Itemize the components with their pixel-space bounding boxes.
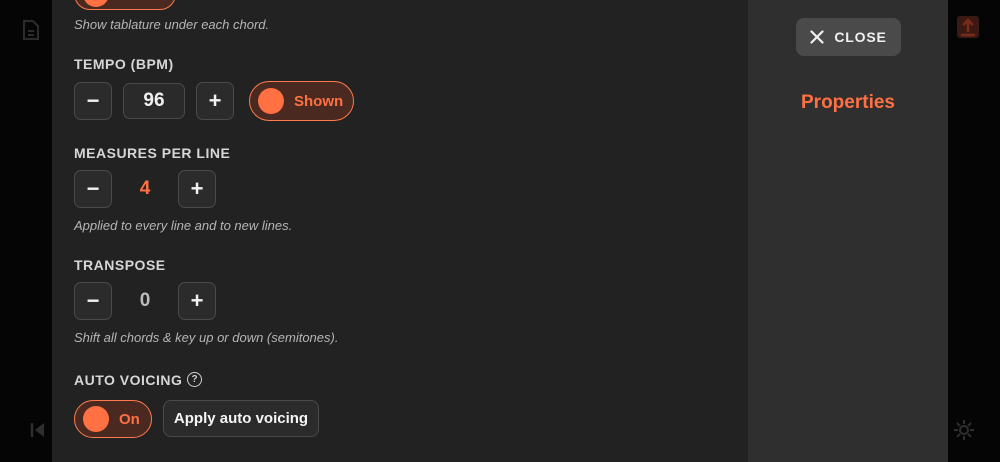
toggle-knob	[83, 406, 109, 432]
skip-back-icon	[30, 423, 44, 437]
toggle-label: On	[119, 410, 140, 428]
measures-decrement-button[interactable]: −	[74, 170, 112, 208]
gear-icon	[954, 420, 974, 440]
close-label: CLOSE	[834, 29, 887, 45]
tablature-toggle[interactable]	[74, 0, 176, 10]
auto-voicing-title: AUTO VOICING	[74, 372, 183, 388]
toggle-label: Shown	[294, 92, 344, 110]
measures-title: MEASURES PER LINE	[74, 145, 231, 161]
tempo-decrement-button[interactable]: −	[74, 82, 112, 120]
toggle-knob	[258, 88, 284, 114]
close-button[interactable]: CLOSE	[796, 18, 901, 56]
tempo-increment-button[interactable]: +	[196, 82, 234, 120]
transpose-decrement-button[interactable]: −	[74, 282, 112, 320]
tempo-value-field[interactable]: 96	[123, 83, 185, 119]
measures-value: 4	[139, 178, 151, 199]
tempo-title: TEMPO (BPM)	[74, 56, 174, 72]
toggle-knob	[83, 0, 109, 7]
transpose-hint: Shift all chords & key up or down (semit…	[74, 330, 339, 345]
transpose-increment-button[interactable]: +	[178, 282, 216, 320]
measures-increment-button[interactable]: +	[178, 170, 216, 208]
measures-hint: Applied to every line and to new lines.	[74, 218, 293, 233]
help-icon[interactable]: ?	[187, 372, 202, 387]
properties-title: Properties	[801, 92, 895, 113]
tempo-shown-toggle[interactable]: Shown	[249, 81, 354, 121]
auto-voicing-toggle[interactable]: On	[74, 400, 152, 438]
transpose-title: TRANSPOSE	[74, 257, 166, 273]
upload-icon	[957, 16, 979, 38]
transpose-value: 0	[139, 290, 151, 311]
document-icon	[23, 20, 39, 40]
tablature-hint: Show tablature under each chord.	[74, 17, 270, 32]
apply-auto-voicing-button[interactable]: Apply auto voicing	[163, 400, 319, 437]
close-icon	[810, 30, 824, 44]
properties-side-panel	[748, 0, 948, 462]
